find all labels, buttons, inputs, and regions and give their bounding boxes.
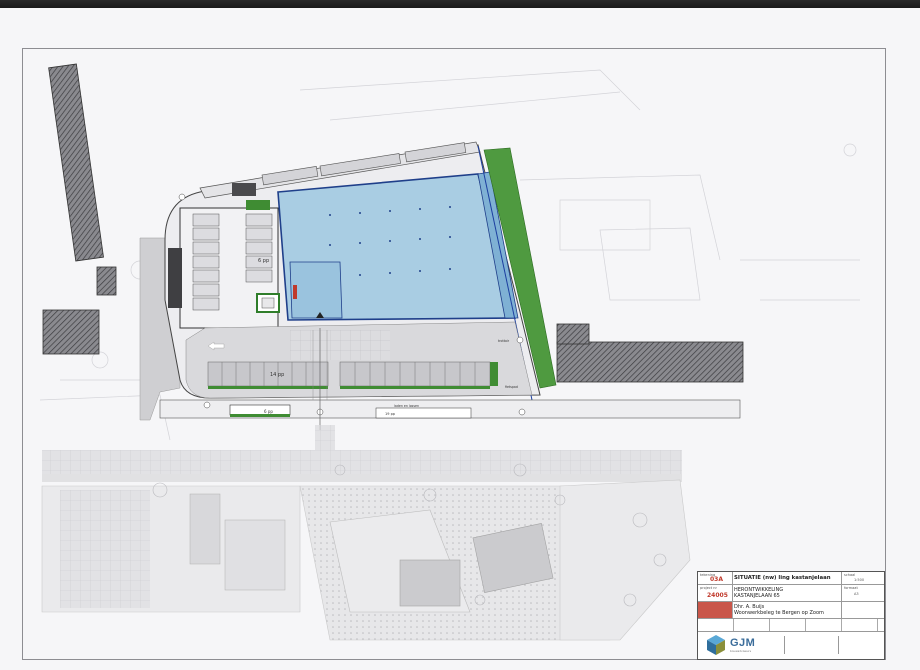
- parking-label-street: 6 pp: [264, 409, 273, 414]
- company-name: GJM: [730, 637, 756, 649]
- existing-building-tall: [48, 63, 104, 262]
- existing-building-right: [556, 341, 744, 383]
- title-block: tekening 03A SITUATIE (nw) ling kastanje…: [697, 571, 885, 660]
- site-plan: 6 pp 14 pp 6 pp laden en lossen 19 pp tr…: [39, 63, 860, 641]
- revision-cells: [698, 619, 884, 631]
- client-side-cell: [841, 602, 884, 618]
- sheet-cell: tekening 03A: [698, 572, 733, 584]
- gjm-cube-icon: [707, 635, 725, 655]
- project-row: project nr 24005 HERONTWIKKELING KASTANJ…: [698, 585, 884, 602]
- client-marker: [698, 602, 733, 618]
- bike-rack-strip-green: [230, 414, 290, 417]
- existing-building-right-wing: [556, 323, 590, 345]
- scale-cell: schaal 1:500: [841, 572, 884, 584]
- company-sub: bouwadviseurs: [730, 649, 752, 653]
- top-dark-block: [232, 183, 256, 196]
- project-number-cell: project nr 24005: [698, 585, 733, 601]
- client-row: Dhr. A. Buijs Woonwerkbeleg te Bergen op…: [698, 602, 884, 619]
- format-cell: formaat A3: [841, 585, 884, 601]
- stair-core-inner: [261, 297, 275, 309]
- format-value: A3: [854, 592, 859, 596]
- front-parking-row: [207, 361, 491, 387]
- bike-rack-strip: [229, 404, 291, 416]
- contact-block: [838, 636, 883, 654]
- company-logo: GJM bouwadviseurs: [706, 634, 764, 656]
- company-logo-row: GJM bouwadviseurs: [698, 632, 884, 659]
- scale-value: 1:500: [854, 578, 865, 582]
- drawing-sheet: 6 pp 14 pp 6 pp laden en lossen 19 pp tr…: [0, 0, 920, 670]
- format-label: formaat: [844, 586, 858, 590]
- address-block: [784, 636, 835, 654]
- existing-neighbourhood: [41, 425, 691, 641]
- parking-label-loading: 19 pp: [385, 412, 396, 416]
- revision-row: [698, 619, 884, 632]
- title-row: tekening 03A SITUATIE (nw) ling kastanje…: [698, 572, 884, 585]
- building-service-wing: [289, 261, 343, 319]
- green-patch-garage: [246, 200, 270, 210]
- cycle-note: fietspad: [505, 385, 518, 389]
- loading-note: laden en lossen: [394, 404, 419, 408]
- scale-label: schaal: [844, 573, 856, 577]
- parking-label-front: 14 pp: [270, 372, 284, 378]
- existing-building-small: [96, 266, 117, 296]
- parking-label-a: 6 pp: [258, 258, 269, 264]
- garage-dark-bar: [168, 248, 182, 308]
- forecourt-grid: [290, 330, 390, 360]
- project-number: 24005: [707, 592, 728, 599]
- project-number-label: project nr: [700, 586, 717, 590]
- footpath-note: trottoir: [498, 339, 510, 343]
- existing-building-low: [42, 309, 100, 355]
- sheet-number: 03A: [710, 576, 723, 583]
- entrance-red: [293, 285, 297, 299]
